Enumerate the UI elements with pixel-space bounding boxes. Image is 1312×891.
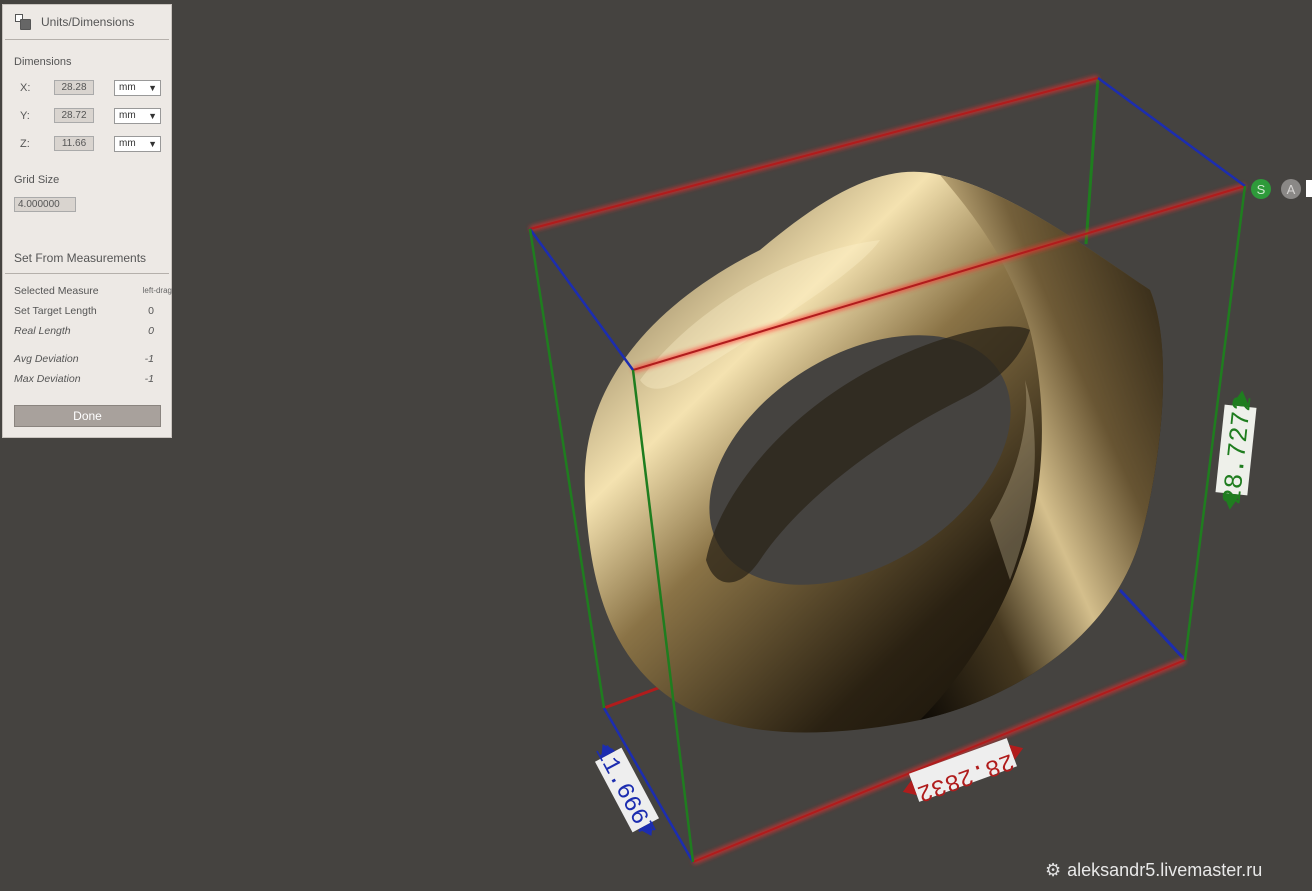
dimension-row-z: Z: 11.66 mm ▼ xyxy=(3,136,171,154)
label-y-text: 28.7272 xyxy=(1217,394,1258,506)
target-length-row[interactable]: Set Target Length 0 xyxy=(14,305,170,319)
max-deviation-value: -1 xyxy=(144,373,154,385)
axis-label-x: X: xyxy=(20,82,31,94)
grid-size-field[interactable]: 4.000000 xyxy=(14,197,76,212)
dimensions-label: Dimensions xyxy=(14,56,72,68)
target-length-label: Set Target Length xyxy=(14,305,97,317)
dropdown-arrow-icon: ▼ xyxy=(148,111,157,121)
axis-label-z: Z: xyxy=(20,138,30,150)
dimension-y-field[interactable]: 28.72 xyxy=(54,108,94,123)
target-length-value[interactable]: 0 xyxy=(148,305,154,317)
watermark-text: aleksandr5.livemaster.ru xyxy=(1067,860,1263,880)
selected-measure-label: Selected Measure xyxy=(14,285,99,297)
snap-button-text: S xyxy=(1257,182,1266,197)
real-length-row: Real Length 0 xyxy=(14,325,170,339)
axis-label-y: Y: xyxy=(20,110,30,122)
ring-model[interactable] xyxy=(584,171,1164,733)
dimension-row-y: Y: 28.72 mm ▼ xyxy=(3,108,171,126)
dimension-label-x: 28.2832 xyxy=(902,738,1024,806)
done-button[interactable]: Done xyxy=(14,405,161,427)
unit-select-x-value: mm xyxy=(119,82,136,93)
panel-header: Units/Dimensions xyxy=(5,5,169,40)
dimension-row-x: X: 28.28 mm ▼ xyxy=(3,80,171,98)
measurements-header: Set From Measurements xyxy=(14,251,147,265)
unit-select-z[interactable]: mm ▼ xyxy=(114,136,161,152)
measurements-divider xyxy=(5,273,169,274)
dimension-label-y: 28.7272 xyxy=(1215,390,1259,510)
absolute-button-text: A xyxy=(1287,182,1296,197)
dimension-z-field[interactable]: 11.66 xyxy=(54,136,94,151)
avg-deviation-row: Avg Deviation -1 xyxy=(14,353,170,367)
absolute-button[interactable]: A xyxy=(1281,179,1301,199)
unit-select-z-value: mm xyxy=(119,138,136,149)
dropdown-arrow-icon: ▼ xyxy=(148,83,157,93)
side-marker xyxy=(1306,180,1312,197)
snap-button[interactable]: S xyxy=(1251,179,1271,199)
unit-select-x[interactable]: mm ▼ xyxy=(114,80,161,96)
scene-canvas[interactable]: 28.7272 28.2832 11.6667 S A xyxy=(0,0,1312,891)
dimension-x-field[interactable]: 28.28 xyxy=(54,80,94,95)
max-deviation-row: Max Deviation -1 xyxy=(14,373,170,387)
grid-size-label: Grid Size xyxy=(14,174,60,186)
panel-tool-icon xyxy=(15,14,31,30)
max-deviation-label: Max Deviation xyxy=(14,373,81,385)
units-dimensions-panel: Units/Dimensions Dimensions X: 28.28 mm … xyxy=(2,4,172,438)
watermark: ⚙ aleksandr5.livemaster.ru xyxy=(1045,860,1262,881)
avg-deviation-label: Avg Deviation xyxy=(14,353,79,365)
avg-deviation-value: -1 xyxy=(144,353,154,365)
real-length-label: Real Length xyxy=(14,325,71,337)
dropdown-arrow-icon: ▼ xyxy=(148,139,157,149)
unit-select-y-value: mm xyxy=(119,110,136,121)
unit-select-y[interactable]: mm ▼ xyxy=(114,108,161,124)
selected-measure-value: left-drag xyxy=(142,286,172,295)
selected-measure-row: Selected Measure left-drag xyxy=(14,285,172,299)
panel-title: Units/Dimensions xyxy=(41,15,135,29)
3d-viewport[interactable]: 28.7272 28.2832 11.6667 S A xyxy=(0,0,1312,891)
gear-icon: ⚙ xyxy=(1045,860,1062,880)
real-length-value: 0 xyxy=(148,325,154,337)
